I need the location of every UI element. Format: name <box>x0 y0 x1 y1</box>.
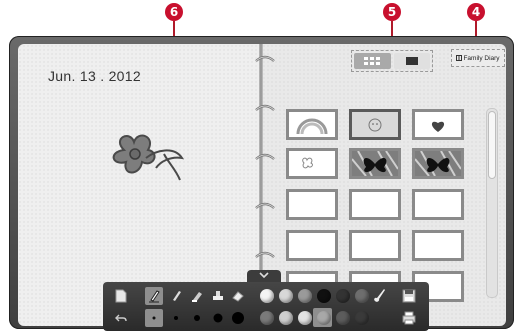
undo-icon <box>115 314 127 322</box>
color-swatch[interactable] <box>260 311 274 325</box>
size-5-icon <box>232 312 244 324</box>
color-swatch[interactable] <box>355 311 369 325</box>
binder-ring-icon <box>255 104 275 111</box>
heart-drawing-icon <box>431 121 445 132</box>
size-4-button[interactable] <box>209 309 227 327</box>
brush-tool-button[interactable] <box>167 287 185 305</box>
diary-thumbnail[interactable] <box>286 189 338 220</box>
family-diary-label: Family Diary <box>463 54 500 62</box>
diary-thumbnail[interactable] <box>412 109 464 140</box>
color-swatch[interactable] <box>336 311 350 325</box>
size-4-icon <box>213 313 223 323</box>
color-swatch[interactable] <box>317 289 331 303</box>
callout-5: 5 <box>383 3 401 21</box>
family-diary-button[interactable]: Family Diary <box>451 49 505 67</box>
new-page-icon <box>115 289 127 303</box>
color-swatch[interactable] <box>355 289 369 303</box>
pen-tool-icon <box>149 290 160 303</box>
color-swatch[interactable] <box>336 289 350 303</box>
brush-tool-icon <box>173 291 181 301</box>
chevron-down-icon <box>259 272 269 279</box>
color-swatch[interactable] <box>298 289 312 303</box>
undo-button[interactable] <box>112 309 130 327</box>
callout-6: 6 <box>165 3 183 21</box>
butterfly-photo-icon <box>415 151 461 176</box>
stamp-tool-icon <box>213 291 223 300</box>
eraser-tool-button[interactable] <box>229 287 247 305</box>
print-icon <box>402 311 416 325</box>
diary-thumbnail[interactable] <box>349 148 401 179</box>
size-5-button[interactable] <box>229 309 247 327</box>
color-swatch[interactable] <box>317 311 331 325</box>
grid-view-button[interactable] <box>354 53 391 69</box>
grid-view-icon <box>364 57 381 65</box>
color-swatch[interactable] <box>279 311 293 325</box>
diary-thumbnail[interactable] <box>412 230 464 261</box>
marker-tool-icon <box>192 292 202 302</box>
size-3-icon <box>194 315 200 321</box>
diary-thumbnail[interactable] <box>286 230 338 261</box>
size-1-button[interactable] <box>145 309 163 327</box>
butterfly-photo-icon <box>352 151 398 176</box>
flower-drawing-icon <box>302 157 313 168</box>
single-view-icon <box>405 57 418 65</box>
family-diary-icon <box>456 55 463 61</box>
pen-tool-button[interactable] <box>145 287 163 305</box>
diary-date: Jun. 13 . 2012 <box>48 68 141 84</box>
paint-brush-icon[interactable] <box>372 287 386 303</box>
single-view-button[interactable] <box>393 53 430 69</box>
marker-tool-button[interactable] <box>188 287 206 305</box>
size-2-icon <box>174 316 178 320</box>
diary-thumbnail[interactable] <box>349 109 401 140</box>
color-swatch[interactable] <box>298 311 312 325</box>
binder-ring-icon <box>255 153 275 160</box>
scrollbar-thumb[interactable] <box>488 111 496 179</box>
diary-thumbnail[interactable] <box>349 230 401 261</box>
save-button[interactable] <box>400 287 418 305</box>
view-mode-group <box>351 50 433 72</box>
size-3-button[interactable] <box>188 309 206 327</box>
eraser-tool-icon <box>232 291 244 302</box>
new-page-button[interactable] <box>112 287 130 305</box>
diary-thumbnail[interactable] <box>286 109 338 140</box>
color-swatch[interactable] <box>260 289 274 303</box>
binder-ring-icon <box>255 202 275 209</box>
diary-thumbnail[interactable] <box>412 148 464 179</box>
diary-thumbnail[interactable] <box>349 189 401 220</box>
print-button[interactable] <box>400 309 418 327</box>
stamp-tool-button[interactable] <box>209 287 227 305</box>
diary-thumbnail[interactable] <box>286 148 338 179</box>
diary-thumbnail[interactable] <box>412 189 464 220</box>
flower-drawing-icon <box>112 134 184 181</box>
toolbar-collapse-tab[interactable] <box>247 270 281 282</box>
scrollbar[interactable] <box>486 108 498 298</box>
size-2-button[interactable] <box>167 309 185 327</box>
save-icon <box>402 289 416 303</box>
binder-ring-icon <box>255 55 275 62</box>
color-swatch[interactable] <box>279 289 293 303</box>
callout-4: 4 <box>467 3 485 21</box>
binder-ring-icon <box>255 251 275 258</box>
rainbow-drawing-icon <box>296 118 328 134</box>
size-1-icon <box>152 316 156 320</box>
face-drawing-icon <box>368 118 382 131</box>
